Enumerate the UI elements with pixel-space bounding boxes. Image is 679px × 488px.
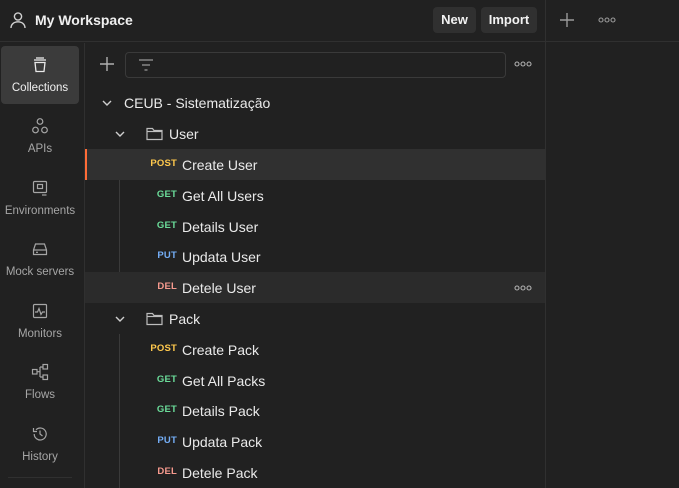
method-badge: GET xyxy=(156,404,177,415)
request-name: Updata User xyxy=(182,249,261,265)
request-row[interactable]: PUT Updata Pack xyxy=(85,426,545,457)
environments-icon xyxy=(32,180,48,196)
request-row[interactable]: GET Details User xyxy=(85,211,545,242)
new-tab-plus-icon[interactable] xyxy=(558,11,576,29)
sidebar-item-label: APIs xyxy=(27,143,53,155)
request-name: Updata Pack xyxy=(182,434,263,450)
sidebar-item-label: Environments xyxy=(4,205,76,217)
folder-row-user[interactable]: User xyxy=(85,118,545,149)
sidebar-item-environments[interactable]: Environments xyxy=(1,169,79,227)
chevron-down-icon[interactable] xyxy=(114,128,126,140)
import-button[interactable]: Import xyxy=(481,7,537,33)
folder-name: User xyxy=(169,126,199,142)
history-icon xyxy=(32,427,47,441)
flows-icon xyxy=(31,363,49,381)
request-name: Detele User xyxy=(182,280,256,296)
user-icon[interactable] xyxy=(8,10,28,30)
request-row[interactable]: PUT Updata User xyxy=(85,241,545,272)
sidebar-divider xyxy=(8,477,72,478)
collection-row[interactable]: CEUB - Sistematização xyxy=(85,87,545,118)
workspace-title[interactable]: My Workspace xyxy=(35,12,133,28)
sidebar-item-label: Collections xyxy=(11,82,69,94)
method-badge: DEL xyxy=(157,466,177,477)
chevron-down-icon[interactable] xyxy=(114,313,126,325)
folder-name: Pack xyxy=(169,311,201,327)
method-badge: PUT xyxy=(157,250,177,261)
apis-icon xyxy=(32,118,48,134)
sidebar-item-monitors[interactable]: Monitors xyxy=(1,292,79,350)
request-row[interactable]: DEL Detele Pack xyxy=(85,457,545,488)
request-row[interactable]: GET Get All Packs xyxy=(85,365,545,396)
top-bar: My Workspace New Import xyxy=(0,0,679,42)
collections-icon xyxy=(34,57,46,73)
folder-row-pack[interactable]: Pack xyxy=(85,303,545,334)
request-name: Get All Packs xyxy=(182,373,266,389)
request-name: Details Pack xyxy=(182,403,260,419)
request-row[interactable]: POST Create User xyxy=(85,149,545,180)
method-badge: POST xyxy=(150,343,177,354)
request-name: Create Pack xyxy=(182,342,260,358)
sidebar-item-apis[interactable]: APIs xyxy=(1,107,79,165)
folder-icon xyxy=(146,312,163,326)
method-badge: POST xyxy=(150,158,177,169)
method-badge: GET xyxy=(156,374,177,385)
panel-divider xyxy=(545,0,546,488)
collections-panel: CEUB - Sistematização User POST Create U… xyxy=(85,43,545,488)
method-badge: DEL xyxy=(157,281,177,292)
request-name: Details User xyxy=(182,219,259,235)
chevron-down-icon[interactable] xyxy=(101,97,113,109)
request-name: Detele Pack xyxy=(182,465,258,481)
sidebar-item-label: History xyxy=(22,451,58,463)
request-row[interactable]: GET Get All Users xyxy=(85,180,545,211)
sidebar-item-label: Flows xyxy=(24,389,56,401)
method-badge: PUT xyxy=(157,435,177,446)
more-options-icon[interactable] xyxy=(514,283,532,293)
mock-servers-icon xyxy=(32,243,48,256)
monitors-icon xyxy=(32,303,48,319)
sidebar-item-flows[interactable]: Flows xyxy=(1,353,79,411)
request-row[interactable]: POST Create Pack xyxy=(85,334,545,365)
sidebar-item-label: Mock servers xyxy=(5,266,75,278)
more-options-icon[interactable] xyxy=(514,59,532,69)
request-name: Get All Users xyxy=(182,188,264,204)
request-row[interactable]: DEL Detele User xyxy=(85,272,545,303)
more-options-icon[interactable] xyxy=(598,14,616,26)
create-collection-plus-icon[interactable] xyxy=(99,56,115,72)
request-row[interactable]: GET Details Pack xyxy=(85,395,545,426)
sidebar-item-collections[interactable]: Collections xyxy=(1,46,79,104)
collection-name: CEUB - Sistematização xyxy=(124,95,271,111)
filter-input[interactable] xyxy=(125,52,506,78)
method-badge: GET xyxy=(156,220,177,231)
filter-icon[interactable] xyxy=(138,58,154,72)
selection-indicator xyxy=(85,149,87,180)
sidebar-item-label: Monitors xyxy=(17,328,63,340)
method-badge: GET xyxy=(156,189,177,200)
folder-icon xyxy=(146,127,163,141)
sidebar: Collections APIs Environments Mock serve… xyxy=(0,43,85,488)
request-name: Create User xyxy=(182,157,258,173)
new-button[interactable]: New xyxy=(433,7,476,33)
sidebar-item-mock-servers[interactable]: Mock servers xyxy=(1,230,79,288)
sidebar-item-history[interactable]: History xyxy=(1,415,79,473)
